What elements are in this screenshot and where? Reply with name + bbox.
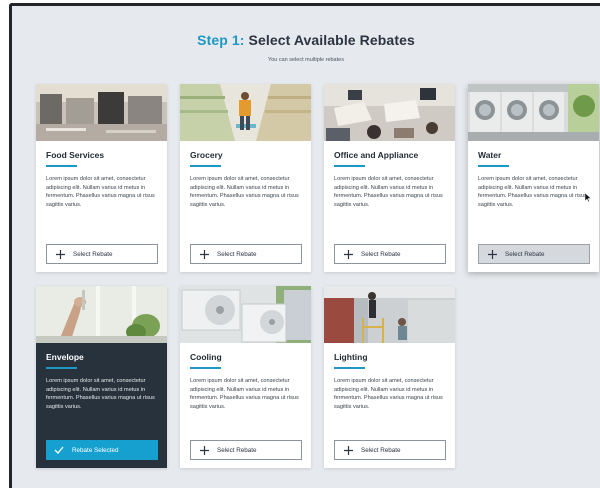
card-title: Grocery [190,150,223,160]
select-rebate-button[interactable]: Select Rebate [190,440,302,460]
rebate-card-water[interactable]: Water Lorem ipsum dolor sit amet, consec… [468,84,599,272]
card-title: Office and Appliance [334,150,419,160]
grocery-image [180,84,311,141]
select-rebate-button[interactable]: Select Rebate [334,440,446,460]
page-subtitle: You can select multiple rebates [268,57,344,63]
card-description: Lorem ipsum dolor sit amet, consectetur … [46,378,155,410]
plus-icon [479,249,505,259]
title-underline [334,165,365,167]
rebate-card-envelope[interactable]: Envelope Lorem ipsum dolor sit amet, con… [36,286,167,468]
card-title: Cooling [190,352,222,362]
mouse-cursor-icon [585,193,591,202]
rebate-card-office-and-appliance[interactable]: Office and Appliance Lorem ipsum dolor s… [324,84,455,272]
card-description: Lorem ipsum dolor sit amet, consectetur … [190,378,299,410]
title-underline [190,165,221,167]
title-underline [46,367,77,369]
plus-icon [191,249,217,259]
checkmark-icon [46,446,72,454]
card-description: Lorem ipsum dolor sit amet, consectetur … [46,176,155,208]
lighting-image [324,286,455,343]
page-title: Step 1: Select Available Rebates [12,32,600,48]
plus-icon [335,249,361,259]
office-and-appliance-image [324,84,455,141]
card-description: Lorem ipsum dolor sit amet, consectetur … [478,176,587,208]
water-image [468,84,599,141]
button-label: Select Rebate [73,250,113,258]
select-rebate-button[interactable]: Select Rebate [334,244,446,264]
rebate-card-lighting[interactable]: Lighting Lorem ipsum dolor sit amet, con… [324,286,455,468]
title-underline [46,165,77,167]
plus-icon [47,249,73,259]
card-description: Lorem ipsum dolor sit amet, consectetur … [334,176,443,208]
cooling-image [180,286,311,343]
food-services-image [36,84,167,141]
button-label: Select Rebate [217,250,257,258]
button-label: Select Rebate [361,446,401,454]
card-title: Water [478,150,502,160]
select-rebate-button[interactable]: Select Rebate [46,244,158,264]
rebate-card-grocery[interactable]: Grocery Lorem ipsum dolor sit amet, cons… [180,84,311,272]
title-underline [190,367,221,369]
plus-icon [191,445,217,455]
rebate-card-cooling[interactable]: Cooling Lorem ipsum dolor sit amet, cons… [180,286,311,468]
envelope-image [36,286,167,343]
card-title: Food Services [46,150,105,160]
page-title-text: Select Available Rebates [248,32,415,48]
select-rebate-button[interactable]: Select Rebate [190,244,302,264]
card-title: Lighting [334,352,368,362]
rebate-selection-panel: Step 1: Select Available Rebates You can… [9,3,600,488]
rebate-card-food-services[interactable]: Food Services Lorem ipsum dolor sit amet… [36,84,167,272]
page-header: Step 1: Select Available Rebates You can… [12,32,600,63]
rebate-selected-button[interactable]: Rebate Selected [46,440,158,460]
plus-icon [335,445,361,455]
card-description: Lorem ipsum dolor sit amet, consectetur … [334,378,443,410]
button-label: Select Rebate [505,250,545,258]
step-label: Step 1: [197,32,245,48]
card-description: Lorem ipsum dolor sit amet, consectetur … [190,176,299,208]
button-label: Select Rebate [217,446,257,454]
title-underline [334,367,365,369]
card-title: Envelope [46,352,84,362]
title-underline [478,165,509,167]
select-rebate-button[interactable]: Select Rebate [478,244,590,264]
button-label: Select Rebate [361,250,401,258]
button-label: Rebate Selected [72,446,119,454]
